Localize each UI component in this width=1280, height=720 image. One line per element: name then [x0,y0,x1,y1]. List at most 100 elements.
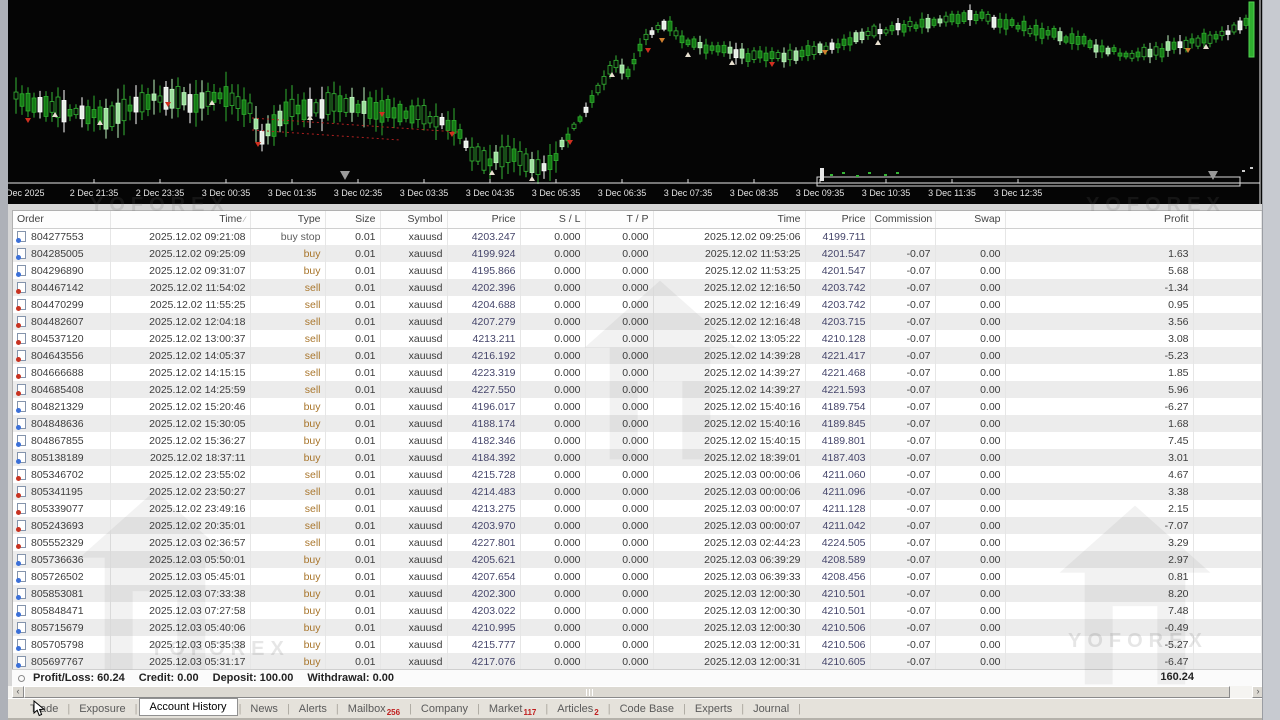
cell-close-time: 2025.12.03 00:00:06 [653,466,805,483]
sell-order-icon [17,469,26,480]
cell-open-time: 2025.12.03 05:40:06 [110,619,250,636]
cell-sl: 0.000 [520,483,585,500]
cell-close-price: 4189.801 [805,432,870,449]
table-row[interactable]: 8046854082025.12.02 14:25:59sell0.01xauu… [13,381,1261,398]
cell-tp: 0.000 [585,432,653,449]
table-row[interactable]: 8057366362025.12.03 05:50:01buy0.01xauus… [13,551,1261,568]
sell-order-icon [17,350,26,361]
cell-open-price: 4227.801 [447,534,520,551]
cell-symbol: xauusd [380,330,447,347]
table-row[interactable]: 8046666882025.12.02 14:15:15sell0.01xauu… [13,364,1261,381]
cell-open-price: 4207.279 [447,313,520,330]
column-header-profit[interactable]: Profit [1005,211,1193,228]
tab-exposure[interactable]: Exposure [71,702,133,716]
cell-tp: 0.000 [585,330,653,347]
column-header-order[interactable]: Order [13,211,110,228]
table-row[interactable]: 8051381892025.12.02 18:37:11buy0.01xauus… [13,449,1261,466]
cell-open-price: 4199.924 [447,245,520,262]
scrollbar-thumb[interactable] [24,686,1230,698]
table-row[interactable]: 8044826072025.12.02 12:04:18sell0.01xauu… [13,313,1261,330]
cell-order: 804470299 [13,296,110,313]
tab-account-history[interactable]: Account History [139,698,238,716]
cell-tp: 0.000 [585,568,653,585]
cell-type: sell [250,279,325,296]
tab-market[interactable]: Market117 [481,702,545,716]
cell-symbol: xauusd [380,296,447,313]
column-header-s-l[interactable]: S / L [520,211,585,228]
column-header-price[interactable]: Price [447,211,520,228]
column-header-type[interactable]: Type [250,211,325,228]
tab-mailbox[interactable]: Mailbox256 [340,702,408,716]
column-header-size[interactable]: Size [325,211,380,228]
table-row[interactable]: 8057156792025.12.03 05:40:06buy0.01xauus… [13,619,1261,636]
table-row[interactable]: 8058484712025.12.03 07:27:58buy0.01xauus… [13,602,1261,619]
tab-journal[interactable]: Journal [745,702,797,716]
table-horizontal-scrollbar[interactable]: ‹ › [8,686,1262,698]
table-row[interactable]: 8046435562025.12.02 14:05:37sell0.01xauu… [13,347,1261,364]
tab-alerts[interactable]: Alerts [291,702,335,716]
tab-trade[interactable]: Trade [22,702,66,716]
cell-type: buy [250,619,325,636]
table-row[interactable]: 8048486362025.12.02 15:30:05buy0.01xauus… [13,415,1261,432]
table-row[interactable]: 8044671422025.12.02 11:54:02sell0.01xauu… [13,279,1261,296]
column-header-blank[interactable] [1193,211,1261,228]
table-row[interactable]: 8053390772025.12.02 23:49:16sell0.01xauu… [13,500,1261,517]
sell-order-icon [17,316,26,327]
cell-swap: 0.00 [935,245,1005,262]
cell-type: sell [250,296,325,313]
cell-order: 805341195 [13,483,110,500]
cell-symbol: xauusd [380,279,447,296]
column-header-swap[interactable]: Swap [935,211,1005,228]
tab-news[interactable]: News [242,702,286,716]
table-row[interactable]: 8048678552025.12.02 15:36:27buy0.01xauus… [13,432,1261,449]
cell-symbol: xauusd [380,432,447,449]
tab-articles[interactable]: Articles2 [549,702,607,716]
tab-code-base[interactable]: Code Base [612,702,682,716]
window-edge-left [0,0,8,720]
column-header-price[interactable]: Price [805,211,870,228]
price-chart[interactable]: Dec 20252 Dec 21:352 Dec 23:353 Dec 00:3… [0,0,1280,204]
table-row[interactable]: 8058530812025.12.03 07:33:38buy0.01xauus… [13,585,1261,602]
cell-close-price: 4199.711 [805,228,870,245]
cell-open-price: 4202.396 [447,279,520,296]
tab-experts[interactable]: Experts [687,702,740,716]
cell-symbol: xauusd [380,398,447,415]
cell-swap: 0.00 [935,653,1005,670]
cell-size: 0.01 [325,568,380,585]
column-header-t-p[interactable]: T / P [585,211,653,228]
cell-open-time: 2025.12.02 15:36:27 [110,432,250,449]
cell-close-price: 4224.505 [805,534,870,551]
table-row[interactable]: 8042775532025.12.02 09:21:08buy stop0.01… [13,228,1261,245]
table-row[interactable]: 8045371202025.12.02 13:00:37sell0.01xauu… [13,330,1261,347]
column-header-time[interactable]: Time [653,211,805,228]
column-header-commission[interactable]: Commission [870,211,935,228]
table-row[interactable]: 8048213292025.12.02 15:20:46buy0.01xauus… [13,398,1261,415]
cell-profit: 0.81 [1005,568,1193,585]
table-row[interactable]: 8053411952025.12.02 23:50:27sell0.01xauu… [13,483,1261,500]
cell-open-price: 4204.688 [447,296,520,313]
table-row[interactable]: 8055523292025.12.03 02:36:57sell0.01xauu… [13,534,1261,551]
table-row[interactable]: 8056977672025.12.03 05:31:17buy0.01xauus… [13,653,1261,670]
table-row[interactable]: 8057057982025.12.03 05:35:38buy0.01xauus… [13,636,1261,653]
tab-company[interactable]: Company [413,702,476,716]
cell-tp: 0.000 [585,398,653,415]
sell-order-icon [17,520,26,531]
table-row[interactable]: 8052436932025.12.02 20:35:01sell0.01xauu… [13,517,1261,534]
column-header-symbol[interactable]: Symbol [380,211,447,228]
table-row[interactable]: 8044702992025.12.02 11:55:25sell0.01xauu… [13,296,1261,313]
cell-close-time: 2025.12.02 15:40:16 [653,398,805,415]
cell-type: buy [250,415,325,432]
table-row[interactable]: 8057265022025.12.03 05:45:01buy0.01xauus… [13,568,1261,585]
cell-close-price: 4189.845 [805,415,870,432]
cell-commission: -0.07 [870,347,935,364]
column-header-time[interactable]: Time∕ [110,211,250,228]
table-row[interactable]: 8042968902025.12.02 09:31:07buy0.01xauus… [13,262,1261,279]
scroll-left-button[interactable]: ‹ [12,686,24,698]
table-row[interactable]: 8042850052025.12.02 09:25:09buy0.01xauus… [13,245,1261,262]
cell-order: 804285005 [13,245,110,262]
tab-divider: | [608,703,611,715]
table-row[interactable]: 8053467022025.12.02 23:55:02sell0.01xauu… [13,466,1261,483]
cell-profit [1005,228,1193,245]
cell-size: 0.01 [325,364,380,381]
sell-order-icon [17,537,26,548]
